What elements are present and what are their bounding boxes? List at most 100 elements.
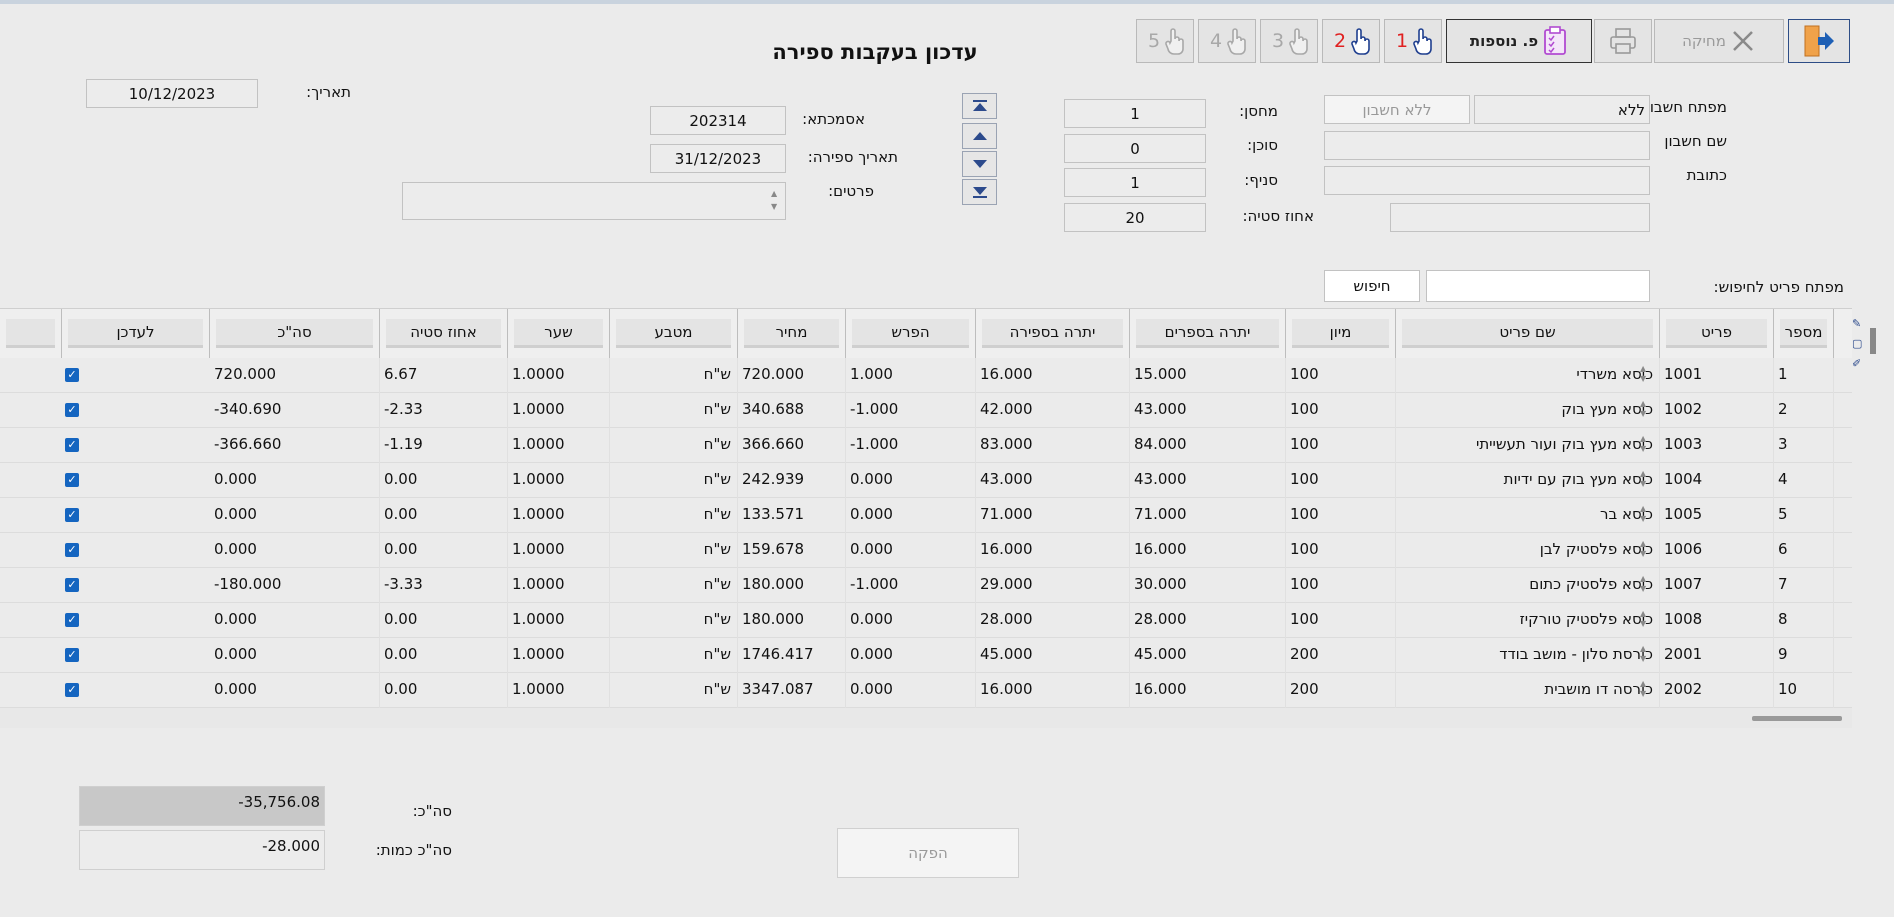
table-row[interactable]: 9 2001 כורסת סלון - מושב בודד ▲ ▼ 200 45.000 45…	[0, 638, 1852, 673]
edit-grid-icon[interactable]: ✎	[1852, 317, 1861, 330]
update-checkbox[interactable]: ✓	[65, 543, 79, 557]
cell-price[interactable]: 242.939	[738, 463, 846, 498]
cell-diff[interactable]: 0.000	[846, 533, 976, 568]
cell-price[interactable]: 720.000	[738, 358, 846, 393]
account-name-field[interactable]	[1324, 131, 1650, 160]
cell-book[interactable]: 45.000	[1130, 638, 1286, 673]
col-header-item[interactable]: פריט	[1660, 309, 1774, 359]
cell-cur[interactable]: ש"ח	[610, 463, 738, 498]
cell-count[interactable]: 28.000	[976, 603, 1130, 638]
cell-count[interactable]: 71.000	[976, 498, 1130, 533]
cell-item[interactable]: 1006	[1660, 533, 1774, 568]
cell-total[interactable]: -366.660	[210, 428, 380, 463]
warehouse-field[interactable]: 1	[1064, 99, 1206, 128]
cell-total[interactable]: 0.000	[210, 498, 380, 533]
cell-dev[interactable]: -1.19	[380, 428, 508, 463]
cell-cur[interactable]: ש"ח	[610, 568, 738, 603]
cell-name[interactable]: כיסא מעץ בוק	[1396, 393, 1660, 428]
cell-cur[interactable]: ש"ח	[610, 603, 738, 638]
cell-dev[interactable]: -2.33	[380, 393, 508, 428]
cell-total[interactable]: 0.000	[210, 533, 380, 568]
table-row[interactable]: 2 1002 כיסא מעץ בוק ▲ ▼ 100 43.000 42.000 -1.000…	[0, 393, 1852, 428]
name-dropdown-icon[interactable]: ▲ ▼	[1640, 469, 1646, 489]
update-checkbox[interactable]: ✓	[65, 368, 79, 382]
cell-count[interactable]: 29.000	[976, 568, 1130, 603]
col-header-diff[interactable]: הפרש	[846, 309, 976, 359]
pencil-icon[interactable]: ✐	[1852, 357, 1861, 370]
col-header-price[interactable]: מחיר	[738, 309, 846, 359]
cell-book[interactable]: 15.000	[1130, 358, 1286, 393]
cell-dev[interactable]: 0.00	[380, 498, 508, 533]
cell-n[interactable]: 4	[1774, 463, 1834, 498]
cell-price[interactable]: 1746.417	[738, 638, 846, 673]
name-dropdown-icon[interactable]: ▲ ▼	[1640, 539, 1646, 559]
cell-sort[interactable]: 100	[1286, 603, 1396, 638]
hand-button-5[interactable]: 5	[1136, 19, 1194, 63]
cell-name[interactable]: כיסא פלסטיק לבן	[1396, 533, 1660, 568]
col-header-total[interactable]: סה"כ	[210, 309, 380, 359]
col-header-n[interactable]: מספר	[1774, 309, 1834, 359]
cell-total[interactable]: 0.000	[210, 673, 380, 708]
cell-item[interactable]: 2001	[1660, 638, 1774, 673]
cell-total[interactable]: 0.000	[210, 463, 380, 498]
cell-n[interactable]: 2	[1774, 393, 1834, 428]
cell-rate[interactable]: 1.0000	[508, 568, 610, 603]
cell-diff[interactable]: 0.000	[846, 638, 976, 673]
grid-horizontal-scrollbar-track[interactable]	[0, 708, 1852, 728]
cell-name[interactable]: כורסת סלון - מושב בודד	[1396, 638, 1660, 673]
update-checkbox[interactable]: ✓	[65, 648, 79, 662]
table-row[interactable]: 8 1008 כיסא פלסטיק טורקיז ▲ ▼ 100 28.000 28.000…	[0, 603, 1852, 638]
update-checkbox[interactable]: ✓	[65, 508, 79, 522]
cell-item[interactable]: 1004	[1660, 463, 1774, 498]
name-dropdown-icon[interactable]: ▲ ▼	[1640, 504, 1646, 524]
table-row[interactable]: 7 1007 כיסא פלסטיק כתום ▲ ▼ 100 30.000 29.000 -1…	[0, 568, 1852, 603]
cell-rate[interactable]: 1.0000	[508, 428, 610, 463]
cell-sort[interactable]: 100	[1286, 498, 1396, 533]
cell-name[interactable]: כיסא מעץ בוק עם ידיות	[1396, 463, 1660, 498]
nav-last-button[interactable]	[962, 179, 997, 205]
cell-rate[interactable]: 1.0000	[508, 603, 610, 638]
table-row[interactable]: 10 2002 כורסה דו מושבית ▲ ▼ 200 16.000 16.000 0.…	[0, 673, 1852, 708]
cell-diff[interactable]: 1.000	[846, 358, 976, 393]
cell-price[interactable]: 159.678	[738, 533, 846, 568]
cell-price[interactable]: 366.660	[738, 428, 846, 463]
cell-cur[interactable]: ש"ח	[610, 428, 738, 463]
account-key-field[interactable]: ללא	[1474, 95, 1650, 124]
name-dropdown-icon[interactable]: ▲ ▼	[1640, 679, 1646, 699]
cell-diff[interactable]: 0.000	[846, 603, 976, 638]
cell-cur[interactable]: ש"ח	[610, 533, 738, 568]
grid-vertical-scrollbar[interactable]	[1870, 328, 1876, 354]
cell-price[interactable]: 180.000	[738, 603, 846, 638]
cell-total[interactable]: 720.000	[210, 358, 380, 393]
search-button[interactable]: חיפוש	[1324, 270, 1420, 302]
col-header-sort[interactable]: מיון	[1286, 309, 1396, 359]
table-row[interactable]: 3 1003 כיסא מעץ בוק ועור תעשייתי ▲ ▼ 100 84.00…	[0, 428, 1852, 463]
deviation-field[interactable]: 20	[1064, 203, 1206, 232]
cell-count[interactable]: 45.000	[976, 638, 1130, 673]
cell-book[interactable]: 16.000	[1130, 533, 1286, 568]
address-field[interactable]	[1324, 166, 1650, 195]
cell-dev[interactable]: 6.67	[380, 358, 508, 393]
cell-sort[interactable]: 100	[1286, 463, 1396, 498]
cell-book[interactable]: 71.000	[1130, 498, 1286, 533]
name-dropdown-icon[interactable]: ▲ ▼	[1640, 399, 1646, 419]
cell-item[interactable]: 1005	[1660, 498, 1774, 533]
col-header-rate[interactable]: שער	[508, 309, 610, 359]
name-dropdown-icon[interactable]: ▲ ▼	[1640, 364, 1646, 384]
update-checkbox[interactable]: ✓	[65, 403, 79, 417]
cell-sort[interactable]: 100	[1286, 393, 1396, 428]
cell-sort[interactable]: 200	[1286, 673, 1396, 708]
cell-cur[interactable]: ש"ח	[610, 358, 738, 393]
cell-n[interactable]: 9	[1774, 638, 1834, 673]
cell-price[interactable]: 340.688	[738, 393, 846, 428]
cell-cur[interactable]: ש"ח	[610, 498, 738, 533]
cell-diff[interactable]: -1.000	[846, 568, 976, 603]
agent-field[interactable]: 0	[1064, 134, 1206, 163]
cell-dev[interactable]: 0.00	[380, 533, 508, 568]
nav-next-button[interactable]	[962, 151, 997, 177]
cell-diff[interactable]: 0.000	[846, 498, 976, 533]
name-dropdown-icon[interactable]: ▲ ▼	[1640, 574, 1646, 594]
table-row[interactable]: 6 1006 כיסא פלסטיק לבן ▲ ▼ 100 16.000 16.000 0.0…	[0, 533, 1852, 568]
date-field[interactable]: 10/12/2023	[86, 79, 258, 108]
cell-count[interactable]: 16.000	[976, 673, 1130, 708]
